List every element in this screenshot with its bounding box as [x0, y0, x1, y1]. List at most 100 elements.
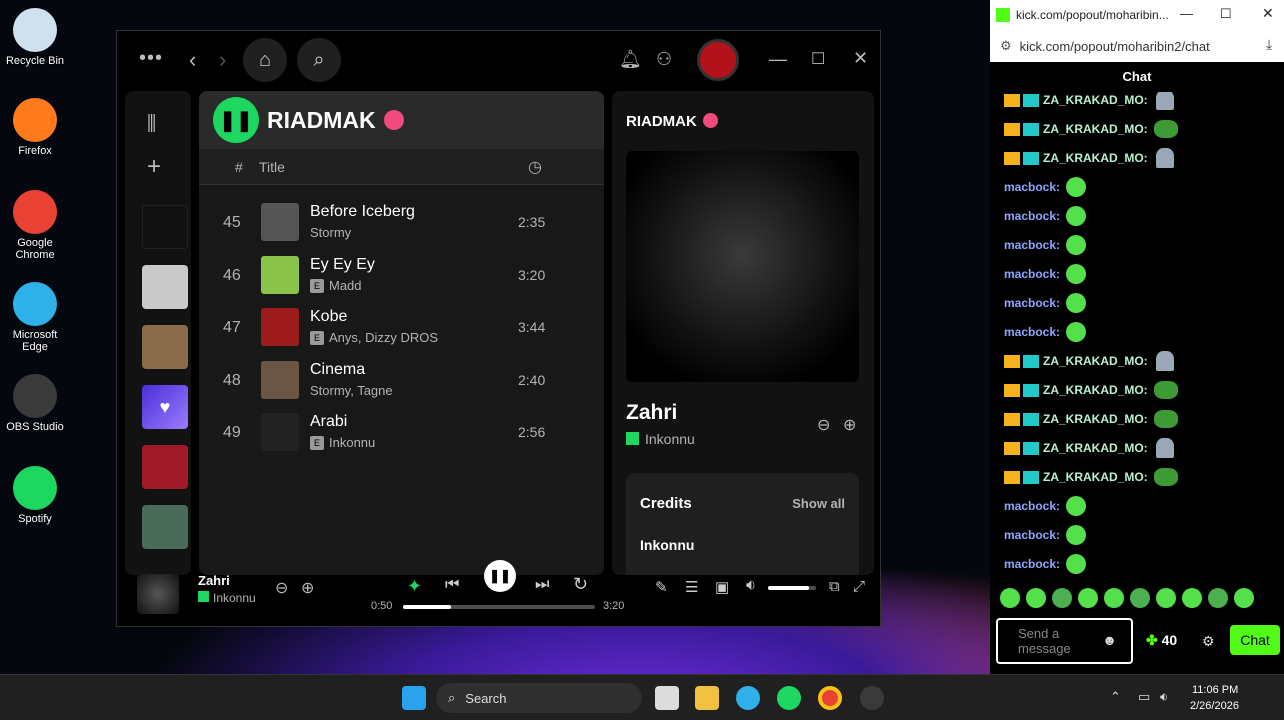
microphone-icon[interactable]: ✎	[655, 578, 668, 596]
search-button[interactable]: ⌕	[297, 38, 341, 82]
panel-artist[interactable]: Inkonnu	[645, 431, 695, 447]
bell-icon[interactable]: 🔔︎	[619, 49, 642, 70]
home-button[interactable]: ⌂	[243, 38, 287, 82]
network-icon[interactable]: ▭	[1138, 689, 1150, 705]
devices-icon[interactable]: ▣	[715, 578, 729, 596]
panel-song[interactable]: Zahri	[626, 401, 677, 425]
avatar[interactable]	[697, 39, 739, 81]
track-artist[interactable]: Madd	[329, 278, 362, 293]
chrome-icon[interactable]	[818, 686, 842, 710]
minimize-icon[interactable]: —	[769, 49, 787, 70]
library-item[interactable]	[142, 325, 188, 369]
file-explorer-icon[interactable]	[695, 686, 719, 710]
liked-songs[interactable]: ♥	[142, 385, 188, 429]
spotify-icon[interactable]	[777, 686, 801, 710]
chat-username[interactable]: ZA_KRAKAD_MO:	[1043, 93, 1148, 107]
clock-date[interactable]: 2/26/2026	[1190, 700, 1239, 712]
play-pause-button[interactable]: ❚❚	[213, 97, 259, 143]
track-artist[interactable]: Stormy, Tagne	[310, 383, 393, 398]
track-title[interactable]: Ey Ey Ey	[310, 256, 375, 274]
track-artist[interactable]: Stormy	[310, 225, 351, 240]
chat-username[interactable]: ZA_KRAKAD_MO:	[1043, 441, 1148, 455]
desktop-icon[interactable]: Firefox	[4, 98, 66, 157]
chat-message[interactable]: ZA_KRAKAD_MO:	[1004, 348, 1174, 374]
chat-username[interactable]: ZA_KRAKAD_MO:	[1043, 151, 1148, 165]
minus-circle-icon[interactable]: ⊖	[275, 578, 288, 598]
back-icon[interactable]: ‹	[189, 47, 196, 73]
track-row[interactable]: 45 Before Iceberg Stormy 2:35	[199, 199, 604, 251]
chat-message[interactable]: macbock:	[1004, 174, 1087, 200]
chat-message[interactable]: macbock:	[1004, 261, 1087, 287]
chat-username[interactable]: ZA_KRAKAD_MO:	[1043, 122, 1148, 136]
settings-icon[interactable]: ⚙	[1202, 633, 1215, 650]
address-bar[interactable]: ⚙ kick.com/popout/moharibin2/chat ⤓	[990, 30, 1284, 62]
message-input[interactable]: Send a message ☻	[996, 618, 1133, 664]
taskbar-search[interactable]: ⌕ Search	[436, 683, 642, 713]
desktop-icon[interactable]: Google Chrome	[4, 190, 66, 261]
chat-username[interactable]: macbock:	[1004, 557, 1060, 571]
next-icon[interactable]: ⏭︎	[535, 576, 549, 594]
chat-message[interactable]: ZA_KRAKAD_MO:	[1004, 406, 1178, 432]
chat-message[interactable]: macbock:	[1004, 290, 1087, 316]
minus-circle-icon[interactable]: ⊖	[817, 415, 830, 435]
track-artist[interactable]: Anys, Dizzy DROS	[329, 330, 438, 345]
queue-icon[interactable]: ☰	[685, 578, 698, 596]
progress-bar[interactable]	[403, 605, 595, 609]
chat-username[interactable]: ZA_KRAKAD_MO:	[1043, 412, 1148, 426]
emote-icon[interactable]	[1130, 588, 1150, 608]
chat-message[interactable]: ZA_KRAKAD_MO:	[1004, 145, 1174, 171]
obs-icon[interactable]	[860, 686, 884, 710]
track-artist[interactable]: Inkonnu	[329, 435, 375, 450]
chat-username[interactable]: macbock:	[1004, 209, 1060, 223]
track-title[interactable]: Before Iceberg	[310, 203, 415, 221]
chat-username[interactable]: macbock:	[1004, 296, 1060, 310]
chat-username[interactable]: macbock:	[1004, 325, 1060, 339]
send-chat-button[interactable]: Chat	[1230, 625, 1280, 655]
library-item[interactable]	[142, 445, 188, 489]
track-row[interactable]: 47 Kobe E Anys, Dizzy DROS 3:44	[199, 304, 604, 356]
start-icon[interactable]	[402, 686, 426, 710]
track-row[interactable]: 48 Cinema Stormy, Tagne 2:40	[199, 357, 604, 409]
plus-circle-icon[interactable]: ⊕	[301, 578, 314, 598]
repeat-icon[interactable]: ↻	[573, 574, 588, 595]
chat-username[interactable]: macbock:	[1004, 499, 1060, 513]
more-icon[interactable]: •••	[139, 47, 163, 70]
maximize-icon[interactable]: ☐	[1220, 6, 1232, 22]
emote-icon[interactable]	[1052, 588, 1072, 608]
task-view-icon[interactable]	[655, 686, 679, 710]
chat-message[interactable]: macbock:	[1004, 232, 1087, 258]
track-title[interactable]: Arabi	[310, 413, 347, 431]
chat-message[interactable]: macbock:	[1004, 319, 1087, 345]
fullscreen-icon[interactable]: ⤢	[853, 578, 865, 595]
download-icon[interactable]: ⤓	[1266, 36, 1272, 53]
player-song[interactable]: Zahri	[198, 573, 230, 588]
tray-chevron-icon[interactable]: ⌃	[1110, 689, 1121, 705]
forward-icon[interactable]: ›	[219, 47, 226, 73]
remove-icon[interactable]	[703, 113, 718, 128]
chat-message[interactable]: macbock:	[1004, 551, 1087, 577]
chat-message[interactable]: ZA_KRAKAD_MO:	[1004, 377, 1178, 403]
site-settings-icon[interactable]: ⚙	[1000, 38, 1012, 54]
remove-icon[interactable]	[383, 110, 404, 130]
friends-icon[interactable]: ⚇	[656, 49, 672, 70]
track-title[interactable]: Kobe	[310, 308, 347, 326]
chat-username[interactable]: macbock:	[1004, 528, 1060, 542]
emote-icon[interactable]	[1104, 588, 1124, 608]
track-title[interactable]: Cinema	[310, 361, 365, 379]
chat-message[interactable]: ZA_KRAKAD_MO:	[1004, 116, 1178, 142]
maximize-icon[interactable]: ☐	[811, 49, 825, 69]
chat-username[interactable]: ZA_KRAKAD_MO:	[1043, 354, 1148, 368]
clock-time[interactable]: 11:06 PM	[1192, 684, 1238, 696]
library-item[interactable]	[142, 505, 188, 549]
track-row[interactable]: 46 Ey Ey Ey E Madd 3:20	[199, 252, 604, 304]
desktop-icon[interactable]: Recycle Bin	[4, 8, 66, 67]
chat-message[interactable]: macbock:	[1004, 522, 1087, 548]
track-row[interactable]: 49 Arabi E Inkonnu 2:56	[199, 409, 604, 461]
chat-message[interactable]: macbock:	[1004, 203, 1087, 229]
volume-slider[interactable]	[768, 586, 816, 590]
emote-icon[interactable]	[1078, 588, 1098, 608]
chat-username[interactable]: ZA_KRAKAD_MO:	[1043, 383, 1148, 397]
player-artist[interactable]: Inkonnu	[213, 591, 256, 605]
previous-icon[interactable]: ⏮︎	[445, 576, 459, 594]
chat-message[interactable]: ZA_KRAKAD_MO:	[1004, 464, 1178, 490]
